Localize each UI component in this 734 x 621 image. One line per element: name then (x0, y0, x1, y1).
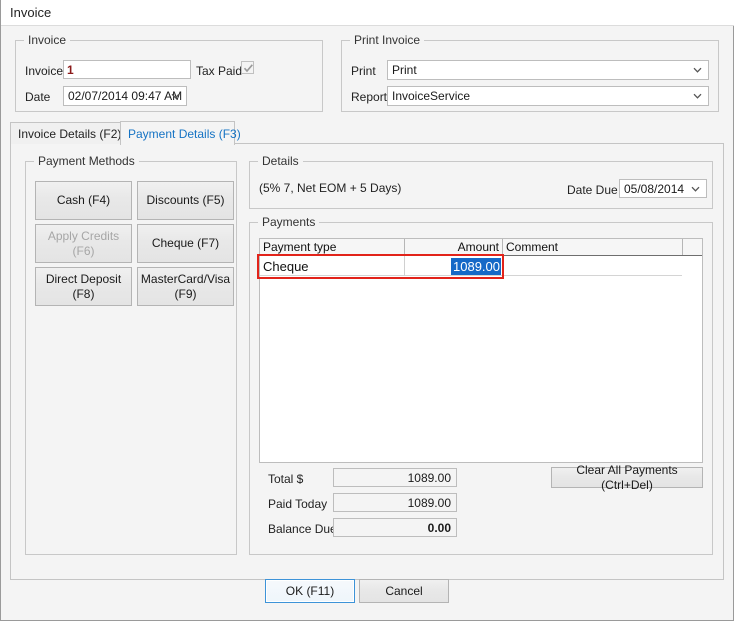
total-label: Total $ (268, 472, 304, 486)
print-invoice-groupbox-title: Print Invoice (350, 33, 425, 47)
date-due-value: 05/08/2014 (624, 181, 685, 196)
apply-credits-button: Apply Credits (F6) (35, 224, 132, 263)
window-titlebar: Invoice (1, 0, 734, 26)
payment-methods-groupbox: Payment Methods (25, 154, 237, 555)
payments-groupbox-title: Payments (258, 215, 320, 229)
chevron-down-icon[interactable] (691, 184, 700, 193)
cell-payment-type[interactable]: Cheque (260, 256, 405, 276)
paid-today-field: 1089.00 (333, 493, 457, 512)
date-due-label: Date Due (567, 183, 618, 197)
invoice-number-label: Invoice (25, 64, 64, 78)
tax-paid-label: Tax Paid (196, 64, 243, 78)
clear-all-payments-button[interactable]: Clear All Payments (Ctrl+Del) (551, 463, 703, 492)
cheque-button[interactable]: Cheque (F7) (137, 224, 234, 263)
cell-comment[interactable] (503, 256, 680, 276)
invoice-number-field[interactable]: 1 (63, 60, 191, 79)
invoice-date-label: Date (25, 90, 51, 104)
table-row[interactable]: Cheque 1089.00 (260, 256, 682, 276)
paid-today-label: Paid Today (268, 497, 328, 511)
invoice-date-combo[interactable]: 02/07/2014 09:47 AM (63, 86, 187, 106)
chevron-down-icon[interactable] (171, 92, 180, 101)
report-label: Report (351, 90, 388, 104)
invoice-date-value: 02/07/2014 09:47 AM (68, 89, 183, 103)
direct-deposit-button[interactable]: Direct Deposit (F8) (35, 267, 132, 306)
ok-button[interactable]: OK (F11) (265, 579, 355, 603)
column-header-comment[interactable]: Comment (503, 239, 683, 255)
window-client-area: Invoice Invoice 1 Tax Paid Date 02/07/20… (1, 26, 733, 619)
date-due-combo[interactable]: 05/08/2014 (619, 179, 707, 198)
tabstrip: Invoice Details (F2) Payment Details (F3… (10, 121, 724, 145)
window-title: Invoice (10, 5, 52, 20)
report-combo-value: InvoiceService (392, 89, 471, 103)
column-header-amount[interactable]: Amount (405, 239, 503, 255)
payment-terms-text: (5% 7, Net EOM + 5 Days) (259, 181, 402, 195)
total-field: 1089.00 (333, 468, 457, 487)
invoice-groupbox-title: Invoice (24, 33, 71, 47)
balance-due-label: Balance Due (268, 522, 337, 536)
mastercard-visa-button[interactable]: MasterCard/Visa (F9) (137, 267, 234, 306)
payments-grid[interactable]: Payment type Amount Comment Cheque 1089.… (259, 238, 703, 463)
cash-button[interactable]: Cash (F4) (35, 181, 132, 220)
cancel-button[interactable]: Cancel (359, 579, 449, 603)
chevron-down-icon[interactable] (693, 92, 702, 101)
invoice-window: Invoice Invoice Invoice 1 Tax Paid Date … (0, 0, 734, 621)
cell-amount-selected-value: 1089.00 (451, 257, 501, 275)
print-combo-value: Print (392, 63, 417, 77)
tax-paid-checkbox[interactable] (241, 61, 254, 74)
print-label: Print (351, 64, 376, 78)
payments-grid-header: Payment type Amount Comment (260, 239, 702, 256)
details-groupbox-title: Details (258, 154, 303, 168)
report-combo[interactable]: InvoiceService (387, 86, 709, 106)
tab-payment-details[interactable]: Payment Details (F3) (120, 121, 241, 145)
tab-payment-details-label: Payment Details (F3) (128, 126, 241, 141)
payment-methods-groupbox-title: Payment Methods (34, 154, 139, 168)
chevron-down-icon[interactable] (693, 66, 702, 75)
column-header-payment-type[interactable]: Payment type (260, 239, 405, 255)
cell-amount[interactable]: 1089.00 (405, 256, 503, 276)
tab-invoice-details-label: Invoice Details (F2) (18, 126, 122, 141)
tab-invoice-details[interactable]: Invoice Details (F2) (10, 122, 121, 144)
discounts-button[interactable]: Discounts (F5) (137, 181, 234, 220)
balance-due-field: 0.00 (333, 518, 457, 537)
print-combo[interactable]: Print (387, 60, 709, 80)
